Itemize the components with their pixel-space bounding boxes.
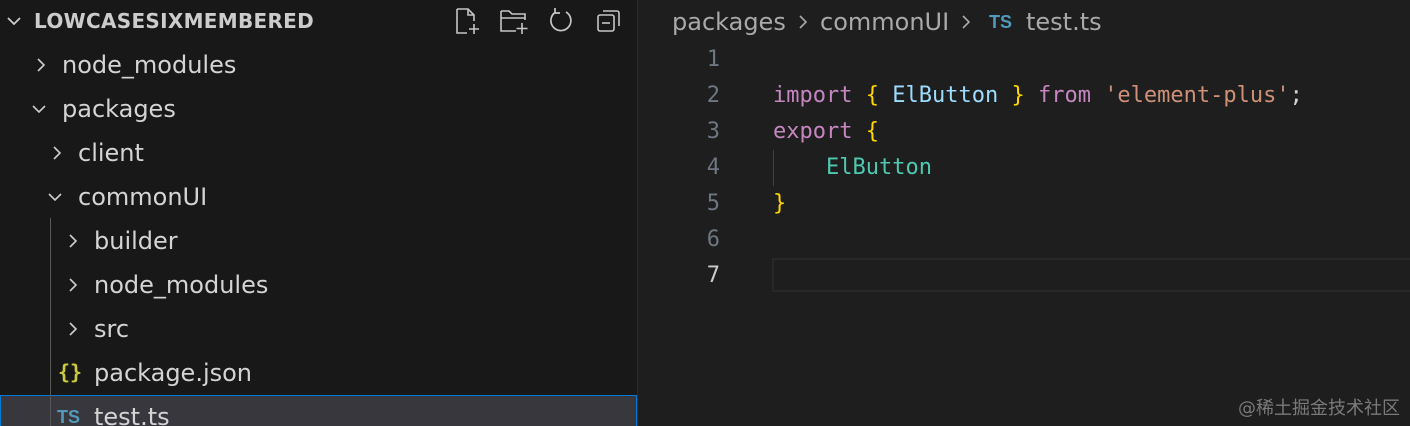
line-number: 1	[706, 47, 720, 72]
line-number: 5	[706, 191, 720, 216]
tree-item-label: test.ts	[94, 403, 170, 426]
code-line-3[interactable]: export {	[773, 114, 879, 150]
tree-item-label: commonUI	[78, 183, 208, 211]
chevron-right-icon	[69, 322, 78, 336]
line-number: 4	[706, 155, 720, 180]
identifier-token: ElButton	[825, 155, 932, 180]
refresh-icon	[550, 8, 572, 32]
tree-item-label: node_modules	[62, 51, 237, 79]
tree-item-label: client	[78, 139, 144, 167]
current-line-highlight[interactable]	[772, 258, 1410, 292]
breadcrumb-item-file[interactable]: test.ts	[1026, 7, 1102, 37]
chevron-right-icon	[799, 15, 808, 29]
chevron-right-icon	[37, 58, 46, 72]
semicolon-token: ;	[1289, 83, 1303, 108]
brace-token: {	[865, 119, 879, 144]
identifier-token: ElButton	[892, 83, 999, 108]
breadcrumb-item-commonui[interactable]: commonUI	[820, 7, 949, 37]
keyword-token: from	[1037, 83, 1091, 108]
tree-item-builder[interactable]: builder	[0, 219, 637, 263]
breadcrumb: packages commonUI TS test.ts	[638, 0, 1410, 42]
vscode-window: LOWCASESIXMEMBERED node_modules packages…	[0, 0, 1410, 426]
typescript-file-icon: TS	[57, 407, 81, 426]
chevron-right-icon	[962, 15, 971, 29]
line-number-active: 7	[706, 263, 720, 288]
project-name[interactable]: LOWCASESIXMEMBERED	[34, 8, 314, 34]
typescript-file-icon: TS	[989, 12, 1013, 32]
tree-item-package-json[interactable]: {} package.json	[0, 351, 637, 395]
chevron-down-icon	[32, 105, 46, 114]
line-number: 2	[706, 83, 720, 108]
code-line-4[interactable]: ElButton	[773, 150, 932, 186]
chevron-right-icon	[69, 278, 78, 292]
chevron-down-icon[interactable]	[6, 13, 22, 29]
watermark: @稀土掘金技术社区	[1238, 398, 1400, 419]
tree-item-label: src	[94, 315, 130, 343]
code-line-5[interactable]: }	[773, 186, 786, 222]
collapse-all-icon	[597, 10, 620, 32]
tree-item-commonui[interactable]: commonUI	[0, 175, 637, 219]
tree-item-test-ts[interactable]: TS test.ts	[0, 395, 637, 426]
tree-item-packages[interactable]: packages	[0, 87, 637, 131]
refresh-button[interactable]	[546, 6, 576, 36]
code-line-2[interactable]: import { ElButton } from 'element-plus';	[773, 78, 1303, 114]
editor-pane: packages commonUI TS test.ts 1 2 3 4 5 6…	[638, 0, 1410, 426]
tree-item-src[interactable]: src	[0, 307, 637, 351]
keyword-token: import	[773, 83, 853, 108]
new-file-icon	[456, 8, 479, 34]
tree-item-label: node_modules	[94, 271, 269, 299]
keyword-token: export	[773, 119, 853, 144]
explorer-header[interactable]: LOWCASESIXMEMBERED	[0, 0, 637, 42]
line-number: 3	[706, 119, 720, 144]
tree-item-node-modules[interactable]: node_modules	[0, 43, 637, 87]
new-folder-button[interactable]	[499, 6, 529, 36]
tree-indent-guide	[50, 218, 51, 426]
tree-item-label: packages	[62, 95, 176, 123]
line-number: 6	[706, 227, 720, 252]
brace-token: }	[773, 191, 787, 216]
string-token: 'element-plus'	[1104, 83, 1290, 108]
tree-item-commonui-node-modules[interactable]: node_modules	[0, 263, 637, 307]
chevron-down-icon	[48, 193, 62, 202]
explorer-sidebar: LOWCASESIXMEMBERED node_modules packages…	[0, 0, 638, 426]
collapse-all-button[interactable]	[594, 6, 624, 36]
chevron-right-icon	[69, 234, 78, 248]
brace-token: {	[865, 83, 879, 108]
tree-item-client[interactable]: client	[0, 131, 637, 175]
json-file-icon: {}	[58, 360, 83, 384]
tree-item-label: builder	[94, 227, 178, 255]
new-file-button[interactable]	[452, 6, 482, 36]
breadcrumb-item-packages[interactable]: packages	[672, 7, 786, 37]
new-folder-icon	[500, 10, 528, 34]
tree-item-label: package.json	[94, 359, 253, 387]
chevron-right-icon	[53, 146, 62, 160]
brace-token: }	[1011, 83, 1025, 108]
